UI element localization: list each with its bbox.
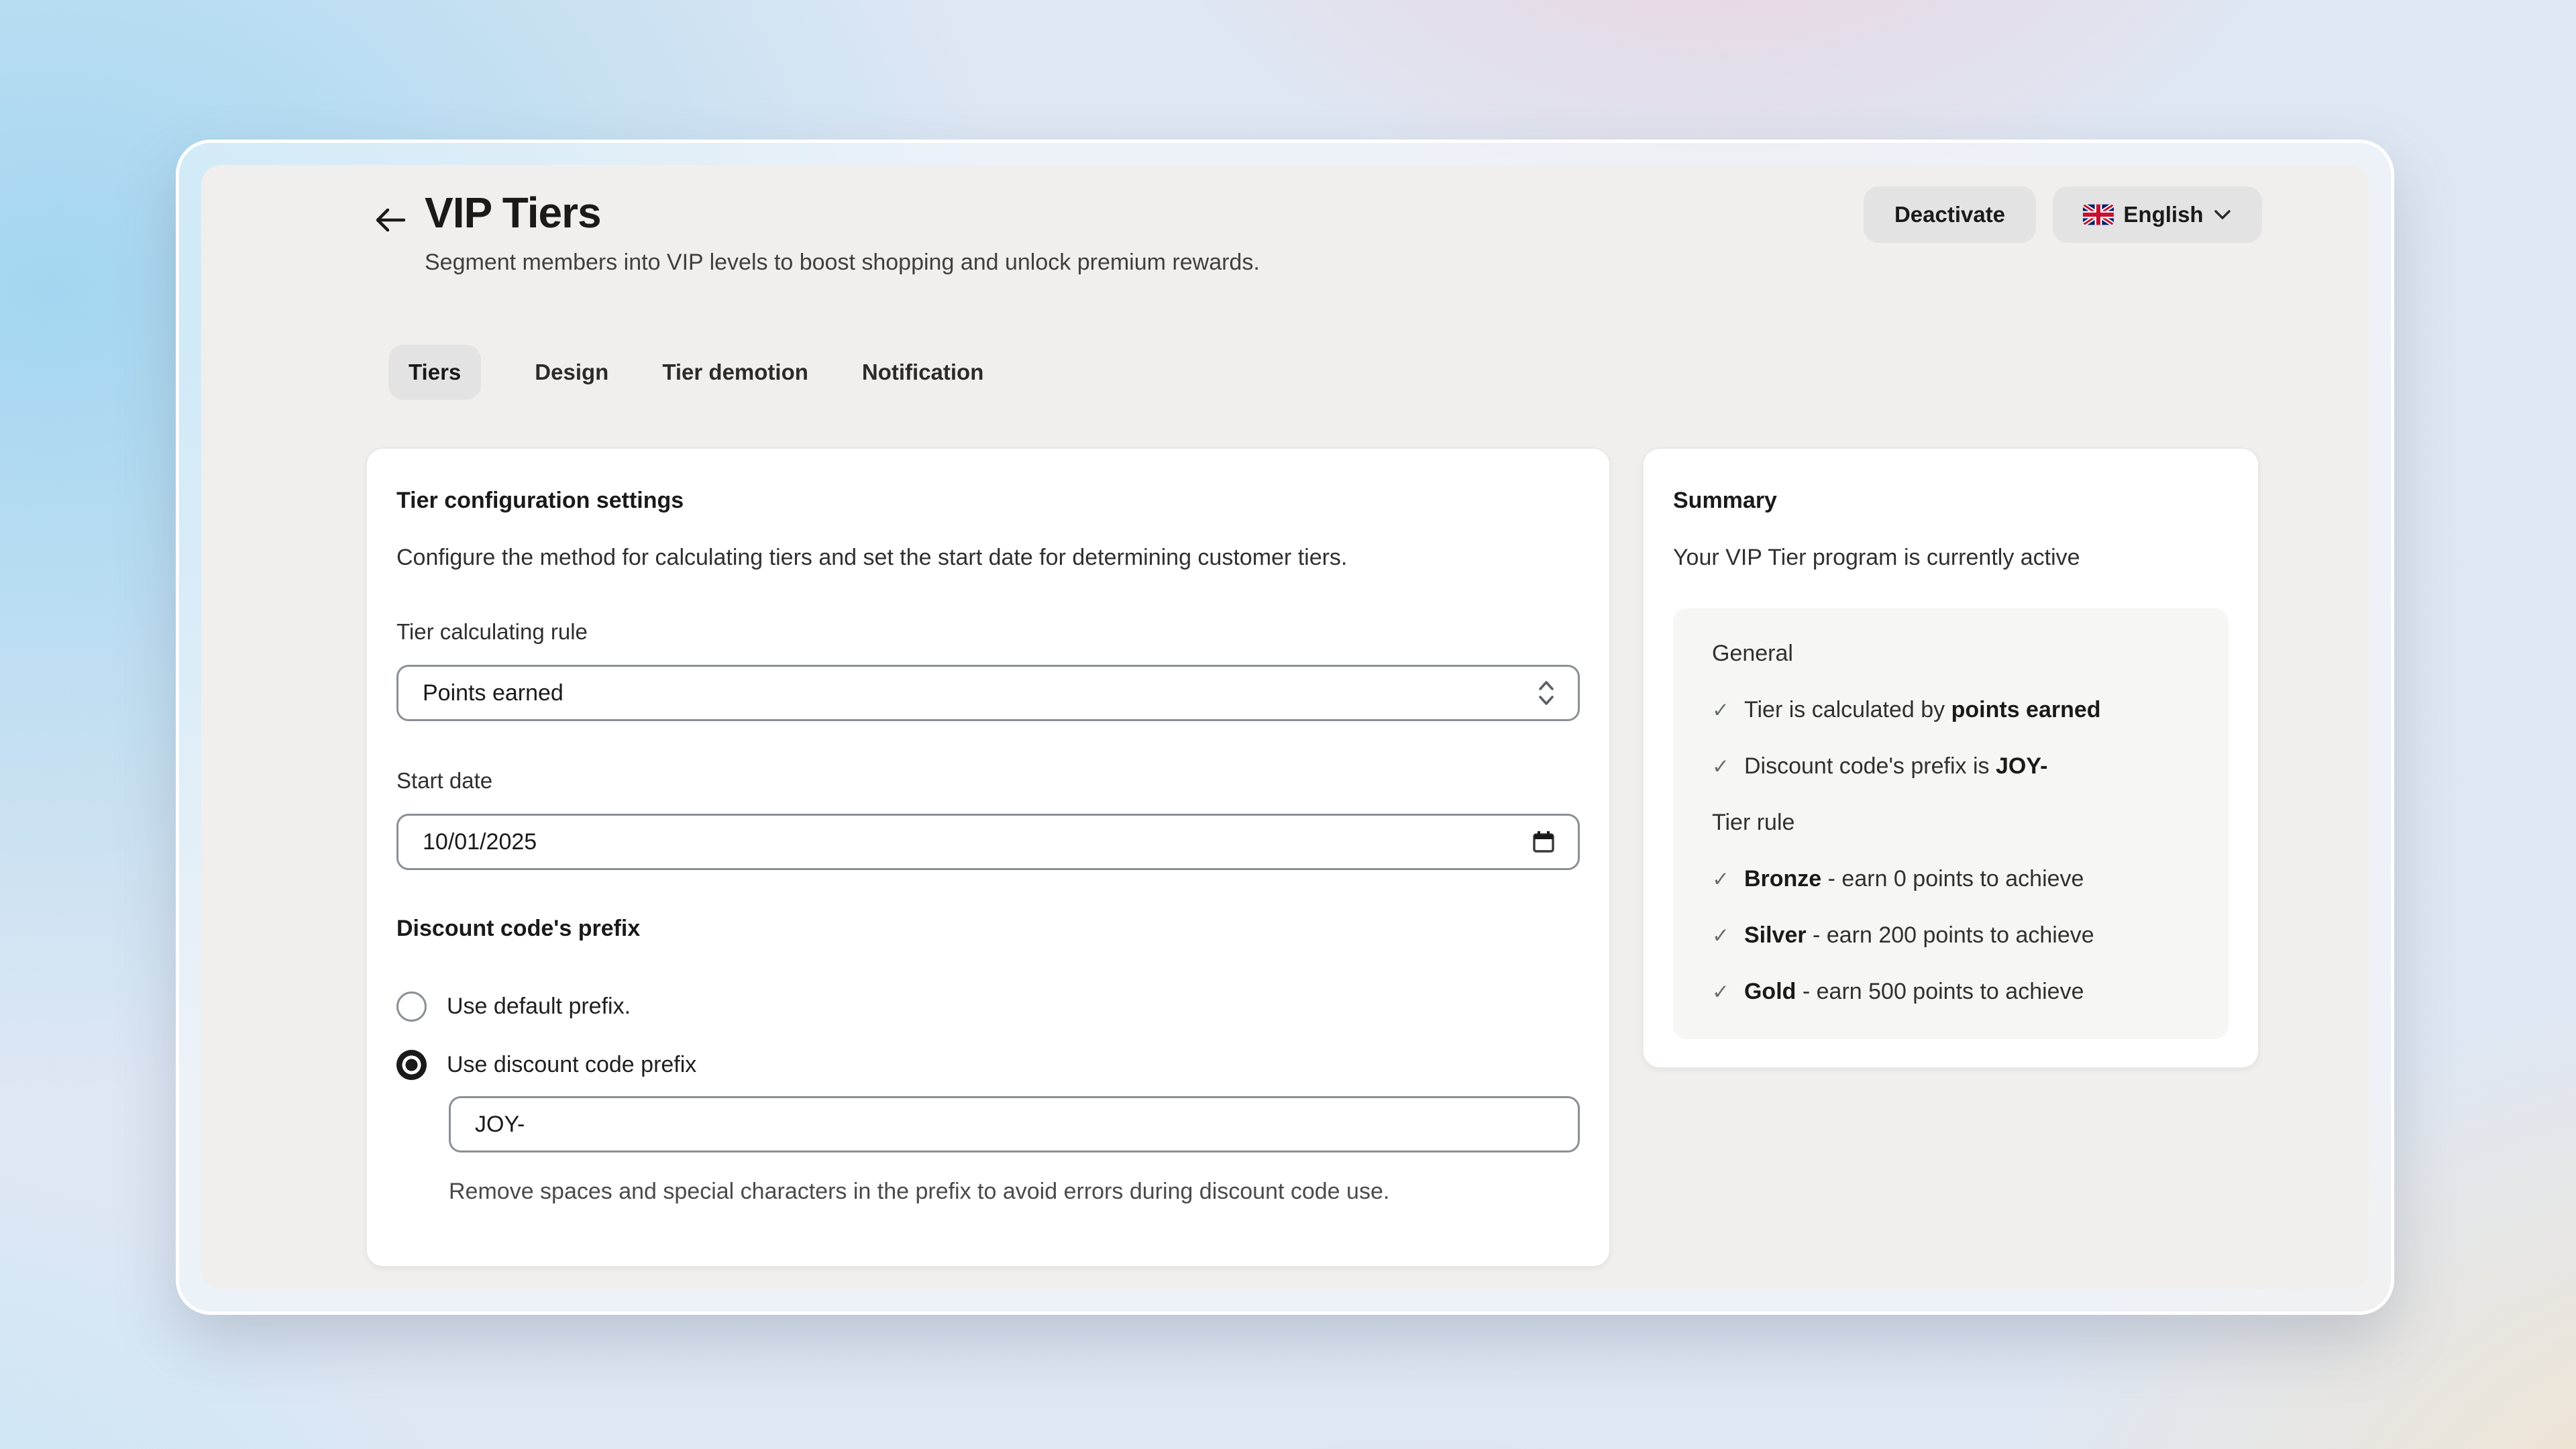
select-stepper-icon: [1538, 679, 1555, 707]
app-window: VIP Tiers Segment members into VIP level…: [176, 140, 2394, 1315]
config-card-heading: Tier configuration settings: [396, 488, 1580, 514]
summary-tier-rule-label: Tier rule: [1712, 810, 2202, 836]
summary-general-label: General: [1712, 641, 2202, 667]
start-date-input[interactable]: [396, 814, 1580, 870]
page-title: VIP Tiers: [425, 188, 601, 237]
summary-item-gold: ✓ Gold - earn 500 points to achieve: [1712, 979, 2202, 1005]
back-arrow-icon: [373, 203, 408, 237]
summary-item-silver: ✓ Silver - earn 200 points to achieve: [1712, 922, 2202, 949]
back-button[interactable]: [370, 200, 411, 240]
deactivate-button[interactable]: Deactivate: [1864, 186, 2036, 243]
start-date-label: Start date: [396, 768, 1580, 794]
check-icon: ✓: [1712, 980, 1729, 1004]
check-icon: ✓: [1712, 924, 1729, 948]
summary-item-prefix: ✓ Discount code's prefix is JOY-: [1712, 753, 2202, 780]
config-card-description: Configure the method for calculating tie…: [396, 545, 1580, 571]
radio-use-default-prefix[interactable]: Use default prefix.: [396, 991, 1580, 1022]
summary-item-text: Discount code's prefix is JOY-: [1744, 753, 2047, 780]
summary-item-text: Tier is calculated by points earned: [1744, 697, 2101, 723]
summary-item-text: Gold - earn 500 points to achieve: [1744, 979, 2084, 1005]
tab-tier-demotion-label: Tier demotion: [662, 360, 808, 385]
language-selector-button[interactable]: English: [2053, 186, 2262, 243]
prefix-helper-text: Remove spaces and special characters in …: [449, 1173, 1509, 1211]
discount-prefix-input[interactable]: [449, 1096, 1580, 1152]
radio-use-discount-code-prefix-label: Use discount code prefix: [447, 1052, 696, 1078]
tab-tier-demotion[interactable]: Tier demotion: [662, 345, 808, 400]
tier-rule-select[interactable]: Points earned: [396, 665, 1580, 721]
summary-item-text: Bronze - earn 0 points to achieve: [1744, 866, 2084, 892]
tab-notification-label: Notification: [862, 360, 983, 385]
check-icon: ✓: [1712, 755, 1729, 779]
radio-on-icon[interactable]: [396, 1050, 427, 1080]
tier-configuration-card: Tier configuration settings Configure th…: [366, 447, 1611, 1267]
radio-use-default-prefix-label: Use default prefix.: [447, 994, 631, 1020]
uk-flag-icon: [2083, 204, 2114, 225]
main-panel: VIP Tiers Segment members into VIP level…: [201, 165, 2369, 1289]
tab-design-label: Design: [535, 360, 608, 385]
tab-design[interactable]: Design: [535, 345, 608, 400]
tab-tiers[interactable]: Tiers: [388, 345, 481, 400]
discount-prefix-section-label: Discount code's prefix: [396, 916, 1580, 942]
chevron-down-icon: [2213, 209, 2232, 221]
program-status-text: Your VIP Tier program is currently activ…: [1673, 545, 2229, 571]
tier-rule-label: Tier calculating rule: [396, 619, 1580, 645]
calendar-icon: [1532, 830, 1556, 854]
summary-item-bronze: ✓ Bronze - earn 0 points to achieve: [1712, 866, 2202, 892]
summary-card: Summary Your VIP Tier program is current…: [1642, 447, 2259, 1069]
deactivate-button-label: Deactivate: [1894, 202, 2005, 227]
check-icon: ✓: [1712, 698, 1729, 722]
radio-off-icon[interactable]: [396, 991, 427, 1022]
tab-bar: Tiers Design Tier demotion Notification: [388, 345, 983, 400]
summary-detail-box: General ✓ Tier is calculated by points e…: [1673, 608, 2229, 1039]
tab-tiers-label: Tiers: [409, 360, 461, 385]
summary-item-calculation: ✓ Tier is calculated by points earned: [1712, 697, 2202, 723]
summary-item-text: Silver - earn 200 points to achieve: [1744, 922, 2094, 949]
language-label: English: [2123, 202, 2203, 227]
tab-notification[interactable]: Notification: [862, 345, 983, 400]
page-subtitle: Segment members into VIP levels to boost…: [425, 250, 1260, 276]
tier-rule-selected-value: Points earned: [423, 680, 564, 706]
summary-heading: Summary: [1673, 488, 2229, 514]
check-icon: ✓: [1712, 867, 1729, 892]
